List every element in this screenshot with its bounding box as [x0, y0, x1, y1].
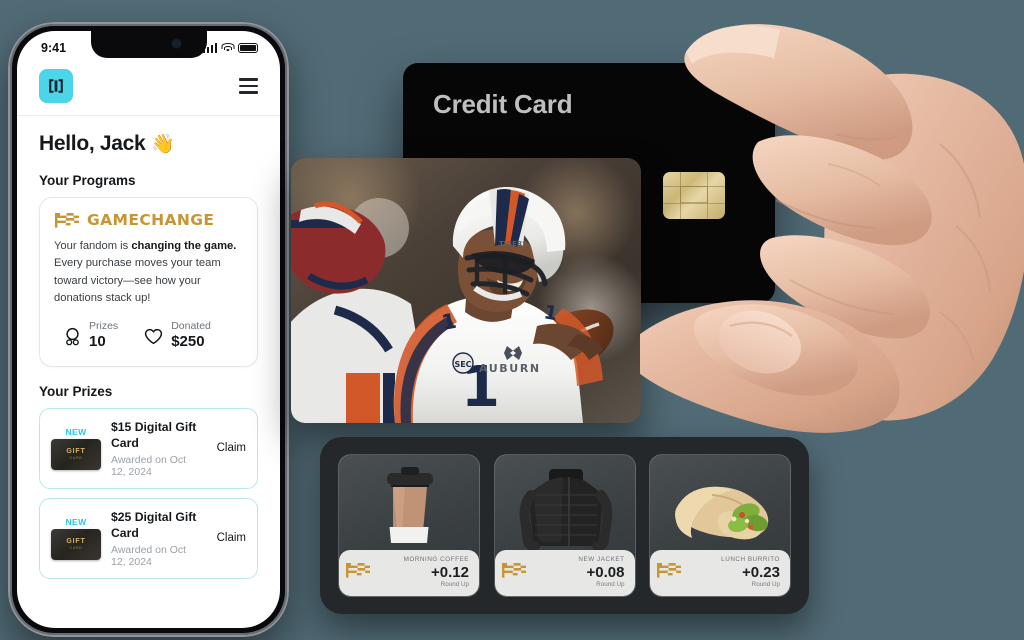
- roundup-amount: +0.08: [586, 564, 625, 582]
- gift-card-icon: GIFT CARD: [51, 438, 101, 470]
- heart-icon: [145, 328, 163, 344]
- giftcard-line2: CARD: [69, 546, 83, 551]
- app-header: [17, 61, 280, 116]
- gamechange-wordmark: GAMECHANGE: [87, 211, 215, 229]
- prize-thumbnail: NEW GIFT CARD: [51, 427, 101, 470]
- giftcard-line2: CARD: [69, 456, 83, 461]
- status-badge: NEW: [65, 426, 87, 437]
- hamburger-menu-icon[interactable]: [239, 78, 258, 94]
- roundup-card-burrito[interactable]: LUNCH BURRITO +0.23 Round Up: [649, 454, 791, 597]
- prize-date: Awarded on Oct 12, 2024: [111, 543, 187, 568]
- stat-value: $250: [171, 333, 205, 351]
- giftcard-line1: GIFT: [66, 538, 86, 546]
- programs-section-title: Your Programs: [39, 173, 136, 188]
- roundup-card-footer: MORNING COFFEE +0.12 Round Up: [339, 550, 479, 596]
- gamechange-logo: GAMECHANGE: [54, 211, 243, 229]
- svg-text:SEC: SEC: [454, 360, 471, 369]
- prizes-section-title: Your Prizes: [39, 383, 113, 399]
- giftcard-line1: GIFT: [66, 448, 86, 456]
- phone-device: 9:41 Hello, Jack 👋 Your Programs GAMECHA…: [8, 22, 289, 637]
- battery-icon: [238, 43, 258, 53]
- prize-date: Awarded on Oct 12, 2024: [111, 453, 187, 478]
- wifi-icon: [221, 43, 234, 53]
- gamechange-flag-icon: [656, 562, 686, 584]
- roundup-card-footer: LUNCH BURRITO +0.23 Round Up: [650, 550, 790, 596]
- roundup-sublabel: Round Up: [596, 580, 625, 588]
- award-ribbon-icon: [66, 327, 79, 346]
- program-card-copy: Your fandom is changing the game. Every …: [54, 238, 243, 307]
- prize-name: $15 Digital Gift Card: [111, 419, 197, 451]
- list-item[interactable]: NEW GIFT CARD $25 Digital Gift Card Awar…: [39, 497, 258, 579]
- stat-label: Donated: [171, 320, 211, 333]
- copy-bold: changing the game.: [131, 240, 237, 252]
- credit-card-title: Credit Card: [433, 89, 573, 119]
- program-stats: Prizes 10 Donated $250: [54, 320, 243, 351]
- roundup-label: LUNCH BURRITO: [721, 556, 780, 564]
- claim-button[interactable]: Claim: [211, 442, 246, 454]
- roundup-card-footer: NEW JACKET +0.08 Round Up: [494, 550, 635, 596]
- prize-thumbnail: NEW GIFT CARD: [51, 517, 101, 560]
- greeting-text: Hello, Jack: [39, 132, 146, 155]
- stat-donated: Donated $250: [144, 320, 211, 351]
- status-badge: NEW: [65, 516, 87, 527]
- waving-hand-icon: 👋: [150, 134, 175, 155]
- stat-label: Prizes: [89, 320, 119, 333]
- gamechange-flag-icon: [345, 562, 375, 584]
- roundup-sublabel: Round Up: [751, 580, 780, 588]
- mockup-stage: 9:41 Hello, Jack 👋 Your Programs GAMECHA…: [0, 0, 1024, 640]
- page-title: Hello, Jack 👋: [39, 132, 258, 156]
- program-card[interactable]: GAMECHANGE Your fandom is changing the g…: [39, 197, 258, 367]
- claim-button[interactable]: Claim: [211, 532, 246, 544]
- status-bar-time: 9:41: [41, 41, 67, 55]
- copy-lead: Your fandom is: [54, 240, 132, 252]
- roundup-amount: +0.12: [431, 564, 469, 582]
- roundup-label: MORNING COFFEE: [403, 556, 469, 564]
- svg-text:AUBURN: AUBURN: [479, 362, 541, 375]
- svg-text:TIGERS: TIGERS: [499, 240, 527, 248]
- hand-holding-card-photo: [620, 0, 1024, 434]
- roundup-label: NEW JACKET: [578, 556, 625, 564]
- phone-notch: [90, 31, 207, 58]
- stat-prizes: Prizes 10: [64, 320, 118, 351]
- auburn-football-player-photo: 1 1 1 SEC AUBURN TIGERS: [291, 158, 641, 423]
- phone-screen: 9:41 Hello, Jack 👋 Your Programs GAMECHA…: [17, 31, 280, 628]
- app-logo-icon[interactable]: [39, 69, 73, 103]
- copy-rest: Every purchase moves your team toward vi…: [54, 257, 221, 305]
- roundup-amount: +0.23: [742, 564, 780, 582]
- gamechange-flag-icon: [55, 212, 79, 228]
- roundup-card-coffee[interactable]: MORNING COFFEE +0.12 Round Up: [338, 454, 480, 597]
- stat-value: 10: [89, 333, 106, 351]
- prize-name: $25 Digital Gift Card: [111, 509, 197, 541]
- app-body: Hello, Jack 👋 Your Programs GAMECHANGE Y…: [17, 132, 280, 579]
- front-camera-icon: [171, 39, 181, 48]
- roundup-tray: MORNING COFFEE +0.12 Round Up NEW JACKET…: [320, 437, 809, 614]
- gift-card-icon: GIFT CARD: [51, 528, 101, 560]
- roundup-sublabel: Round Up: [440, 580, 469, 588]
- gamechange-flag-icon: [501, 562, 531, 584]
- list-item[interactable]: NEW GIFT CARD $15 Digital Gift Card Awar…: [39, 407, 258, 489]
- roundup-card-jacket[interactable]: NEW JACKET +0.08 Round Up: [493, 454, 636, 597]
